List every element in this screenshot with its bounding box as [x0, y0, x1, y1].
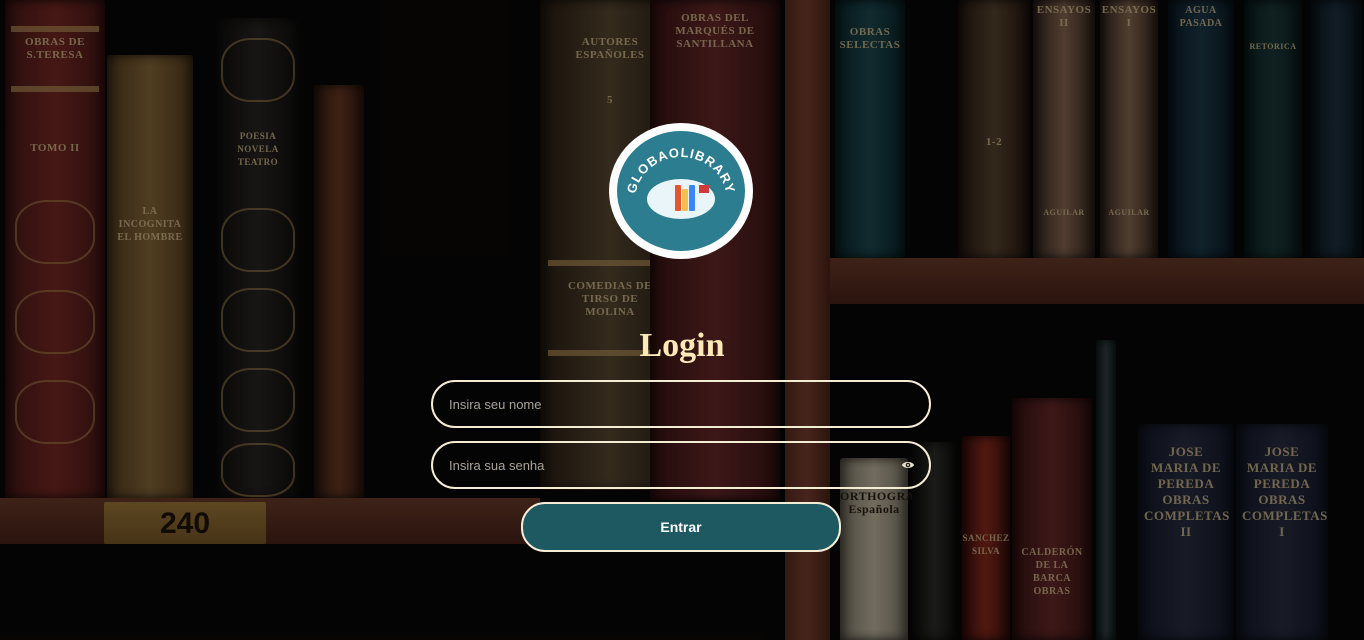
login-submit-button[interactable]: Entrar — [521, 502, 841, 552]
globaolibrary-logo: GLOBAOLIBRARY — [609, 123, 753, 259]
name-field — [431, 380, 931, 428]
password-field — [431, 441, 931, 489]
brand-name: GLOBAOLIBRARY — [624, 145, 738, 195]
login-title: Login — [639, 327, 725, 364]
logo-text: GLOBAOLIBRARY — [624, 145, 739, 195]
logo-badge: GLOBAOLIBRARY — [617, 131, 745, 251]
password-input[interactable] — [433, 443, 929, 487]
name-input[interactable] — [433, 382, 929, 426]
eye-icon[interactable] — [901, 458, 915, 472]
svg-text:GLOBAOLIBRARY: GLOBAOLIBRARY — [624, 145, 739, 195]
